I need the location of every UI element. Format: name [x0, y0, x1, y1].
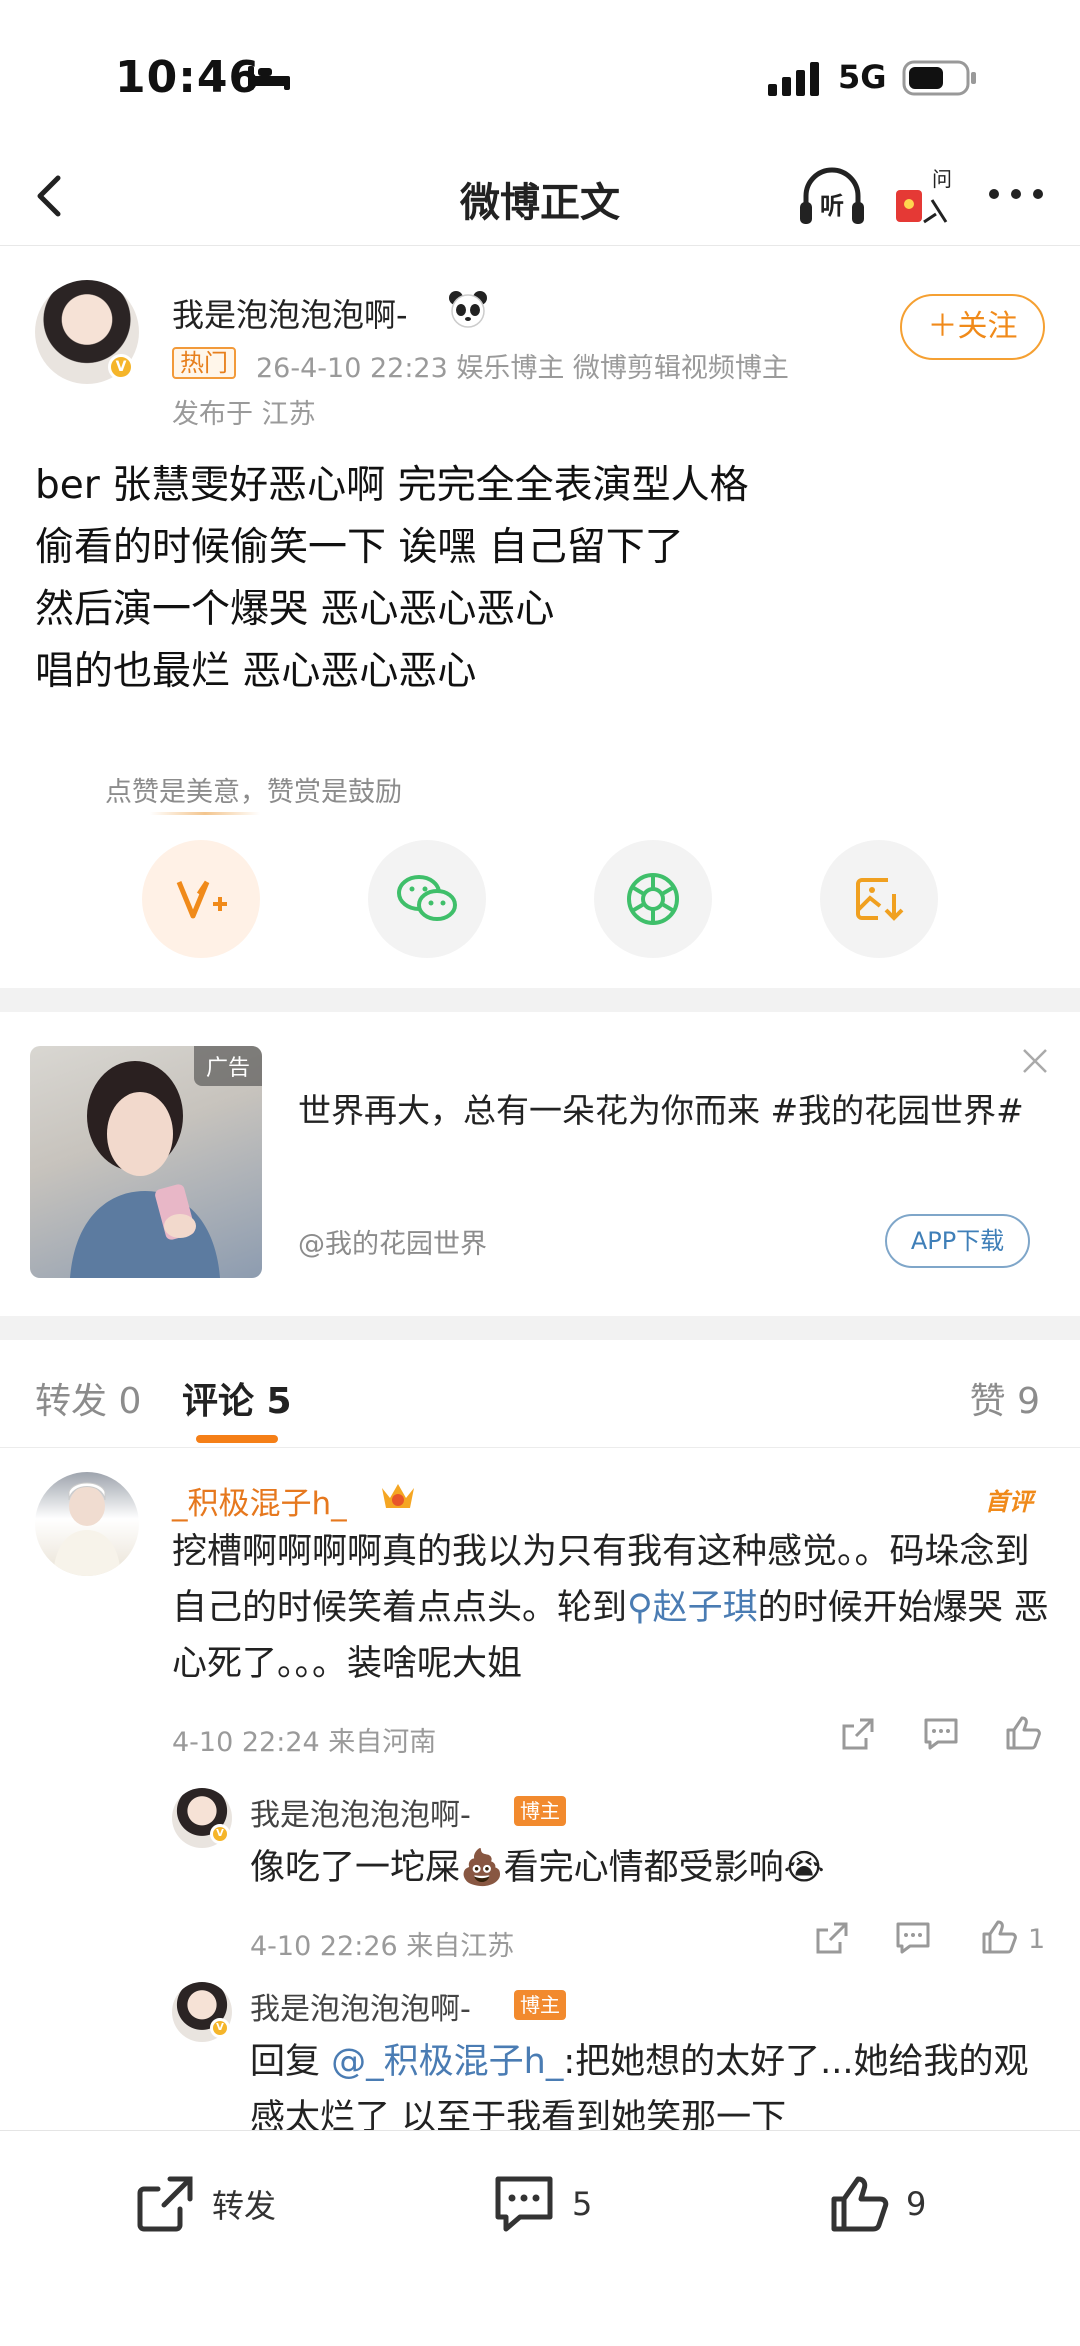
comment-icon[interactable]	[894, 1920, 932, 1956]
reply-mention[interactable]: @_积极混子h_	[331, 2042, 563, 2082]
comment-icon[interactable]	[922, 1716, 960, 1752]
network-type: 5G	[838, 58, 887, 96]
search-mention-icon: ⚲	[627, 1588, 653, 1628]
verified-badge-icon: V	[108, 354, 134, 380]
fan-crown-icon	[382, 1484, 414, 1508]
wechat-icon	[397, 875, 457, 921]
like-icon[interactable]	[1004, 1714, 1042, 1752]
tab-like[interactable]: 赞 9	[970, 1372, 1040, 1424]
bottom-action-bar: 转发 5 9	[0, 2130, 1080, 2346]
reply-meta: 4-10 22:26 来自江苏	[250, 1931, 515, 1962]
share-moments-button[interactable]	[594, 840, 712, 958]
post-location: 发布于 江苏	[172, 399, 316, 430]
ask-icon[interactable]: 问	[892, 160, 954, 232]
save-image-icon	[856, 878, 904, 921]
reply-text: 像吃了一坨屎💩看完心情都受影响😭	[250, 1848, 825, 1888]
repost-icon	[137, 2176, 193, 2232]
close-icon[interactable]	[1018, 1044, 1052, 1078]
moments-icon	[627, 873, 679, 925]
share-icon[interactable]	[814, 1920, 850, 1956]
reward-button[interactable]	[142, 840, 260, 958]
tab-comment[interactable]: 评论 5	[182, 1372, 292, 1424]
commenter-name[interactable]: _积极混子h_	[172, 1478, 347, 1523]
verified-badge-icon: V	[210, 2018, 230, 2038]
share-wechat-button[interactable]	[368, 840, 486, 958]
like-icon	[831, 2176, 889, 2232]
comment-text: 挖槽啊啊啊啊真的我以为只有我有这种感觉。。码垛念到自己的时候笑着点点头。轮到⚲赵…	[172, 1524, 1052, 1692]
app-download-button[interactable]: APP下载	[885, 1214, 1030, 1268]
ad-text[interactable]: 世界再大，总有一朵花为你而来 #我的花园世界#	[298, 1085, 1038, 1137]
verified-badge-icon: V	[210, 1824, 230, 1844]
post-line: 唱的也最烂 恶心恶心恶心	[35, 649, 477, 694]
svg-text:听: 听	[820, 192, 844, 220]
comment-mention[interactable]: 赵子琪	[653, 1588, 758, 1628]
ad-label: 广告	[193, 1046, 262, 1086]
signal-icon	[768, 62, 819, 96]
tab-indicator	[196, 1435, 278, 1443]
reply-author-name[interactable]: 我是泡泡泡泡啊-	[250, 1984, 471, 2028]
reward-tip: 点赞是美意，赞赏是鼓励	[105, 777, 402, 808]
repost-label: 转发	[212, 2187, 277, 2225]
post-line: 然后演一个爆哭 恶心恶心恶心	[35, 587, 555, 632]
blogger-tag: 博主	[514, 1990, 566, 2020]
comment-meta: 4-10 22:24 来自河南	[172, 1727, 437, 1758]
ad-image[interactable]: 广告	[30, 1046, 262, 1278]
tab-repost[interactable]: 转发 0	[35, 1372, 141, 1424]
more-icon[interactable]	[986, 172, 1046, 216]
first-comment-badge: 首评	[985, 1488, 1033, 1516]
ad-source[interactable]: @我的花园世界	[298, 1222, 487, 1261]
like-icon[interactable]	[980, 1918, 1018, 1956]
post-line: 偷看的时候偷笑一下 诶嘿 自己留下了	[35, 525, 684, 570]
comment-tabs: 转发 0 评论 5 赞 9	[0, 1340, 1080, 1448]
post-text: ber 张慧雯好恶心啊 完完全全表演型人格 偷看的时候偷笑一下 诶嘿 自己留下了…	[35, 455, 1035, 703]
follow-button[interactable]: ＋关注	[900, 294, 1045, 360]
section-divider	[0, 988, 1080, 1012]
tip-underline	[150, 812, 260, 815]
reward-v-icon	[176, 880, 227, 919]
blogger-tag: 博主	[514, 1796, 566, 1826]
nav-bar: 微博正文 听 问	[0, 150, 1080, 246]
hot-tag: 热门	[172, 347, 236, 379]
sleep-bed-icon	[248, 66, 290, 90]
save-image-button[interactable]	[820, 840, 938, 958]
reply-author-name[interactable]: 我是泡泡泡泡啊-	[250, 1790, 471, 1834]
status-time: 10:46	[115, 52, 261, 103]
reply-prefix: 回复	[250, 2042, 332, 2082]
reply-text: 回复 @_积极混子h_:把她想的太好了...她给我的观感太烂了 以至于我看到她笑…	[250, 2034, 1040, 2130]
commenter-avatar[interactable]	[35, 1472, 139, 1576]
reply-like-count: 1	[1028, 1924, 1046, 1955]
avatar-illustration	[53, 1482, 121, 1576]
listen-icon[interactable]: 听	[796, 162, 868, 230]
comment-icon	[495, 2176, 553, 2232]
svg-text:问: 问	[932, 167, 952, 191]
battery-icon	[902, 60, 976, 96]
like-count: 9	[906, 2185, 927, 2223]
section-divider	[0, 1316, 1080, 1340]
post-meta: 26-4-10 22:23 娱乐博主 微博剪辑视频博主	[256, 353, 789, 384]
post-line: ber 张慧雯好恶心啊 完完全全表演型人格	[35, 463, 749, 508]
comment-count: 5	[572, 2185, 593, 2223]
repost-button[interactable]: 转发	[134, 2173, 276, 2235]
status-bar: 10:46 5G	[0, 0, 1080, 150]
panda-emoji-icon	[449, 291, 487, 328]
share-icon[interactable]	[840, 1716, 876, 1752]
like-button[interactable]: 9	[828, 2173, 926, 2235]
author-name[interactable]: 我是泡泡泡泡啊-	[172, 290, 408, 336]
comment-button[interactable]: 5	[492, 2173, 592, 2235]
